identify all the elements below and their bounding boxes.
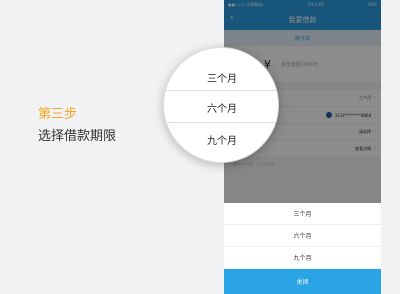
- magnified-option: 三个月: [207, 74, 237, 85]
- step-block: 第三步 选择借款期限: [38, 106, 116, 146]
- magnified-option: 九个月: [207, 136, 237, 147]
- option-6-months[interactable]: 六个月: [224, 225, 381, 247]
- divider: [164, 122, 278, 123]
- option-9-months[interactable]: 九个月: [224, 247, 381, 269]
- step-description: 选择借款期限: [38, 129, 117, 144]
- magnifier-callout: 三个月 六个月 九个月: [163, 47, 279, 163]
- step-title: 第三步: [38, 107, 78, 122]
- magnified-option: 六个月: [207, 104, 237, 115]
- term-picker-sheet: 三个月 六个月 九个月 关闭: [224, 203, 381, 294]
- divider: [164, 90, 278, 91]
- option-3-months[interactable]: 三个月: [224, 203, 381, 225]
- close-button[interactable]: 关闭: [224, 269, 381, 294]
